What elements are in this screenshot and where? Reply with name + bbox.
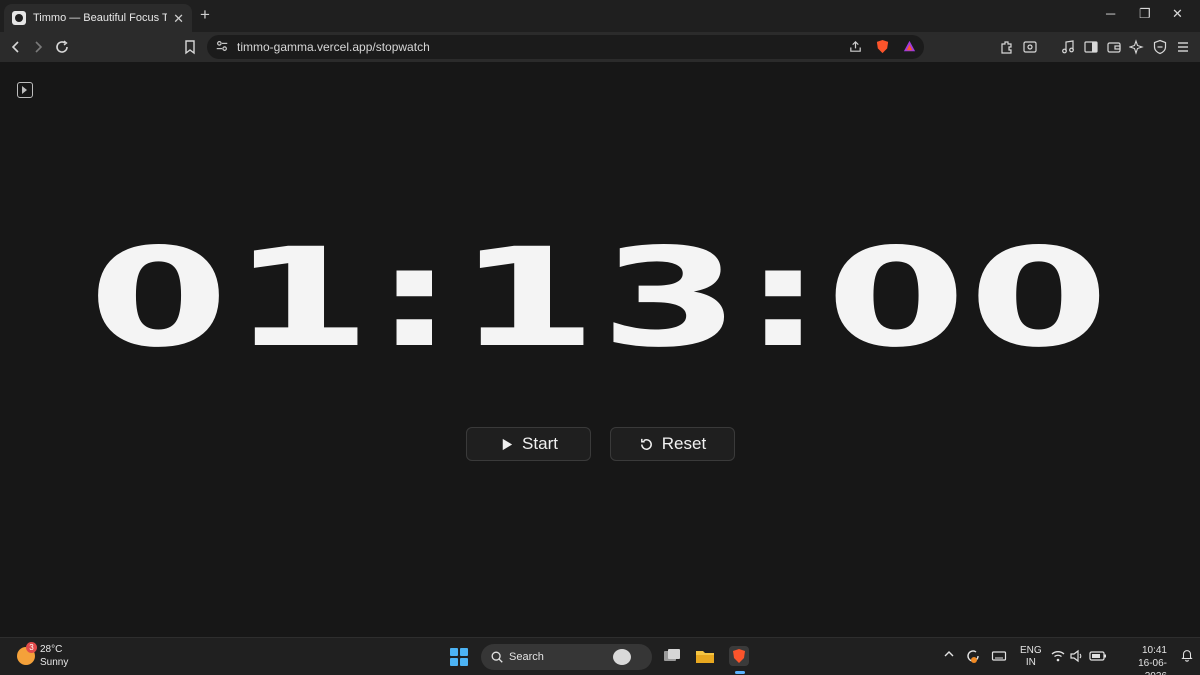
sidebar-panel-icon[interactable] <box>1082 38 1100 56</box>
reset-icon <box>640 438 652 450</box>
extensions-icon[interactable] <box>998 38 1016 56</box>
new-tab-button[interactable]: + <box>200 6 210 23</box>
wallet-icon[interactable] <box>1105 38 1123 56</box>
weather-temperature: 28°C <box>40 644 63 655</box>
input-language-indicator[interactable]: ENG IN <box>1020 645 1042 669</box>
bookmark-icon[interactable] <box>181 38 199 56</box>
reset-button-label: Reset <box>661 434 707 453</box>
weather-condition: Sunny <box>40 657 69 668</box>
music-icon[interactable] <box>1059 38 1077 56</box>
keyboard-icon[interactable] <box>991 648 1007 667</box>
forward-button[interactable] <box>29 38 47 56</box>
close-window-button[interactable]: ✕ <box>1172 7 1183 20</box>
reset-button[interactable]: Reset <box>610 427 735 461</box>
play-icon <box>502 438 513 450</box>
windows-start-icon[interactable] <box>450 648 468 666</box>
start-button-label: Start <box>522 434 558 453</box>
address-bar[interactable]: timmo-gamma.vercel.app/stopwatch <box>207 35 924 59</box>
taskbar-search[interactable]: Search <box>481 644 652 670</box>
show-hidden-icons-chevron-icon[interactable] <box>943 648 955 663</box>
volume-icon[interactable] <box>1069 648 1085 667</box>
back-button[interactable] <box>7 38 25 56</box>
tab-close-icon[interactable]: ✕ <box>173 12 184 25</box>
update-notification-icon[interactable] <box>965 648 981 667</box>
search-highlight-icon <box>613 649 631 665</box>
language-code: ENG <box>1020 645 1042 656</box>
reload-button[interactable] <box>53 38 71 56</box>
language-region: IN <box>1025 657 1036 668</box>
active-app-indicator <box>735 671 745 674</box>
browser-titlebar: Timmo — Beautiful Focus Timer, ... ✕ + ─… <box>0 0 1200 32</box>
restore-button[interactable]: ❐ <box>1139 7 1151 20</box>
search-placeholder: Search <box>509 651 544 663</box>
tab-title: Timmo — Beautiful Focus Timer, ... <box>33 12 168 24</box>
clock-time: 10:41 <box>1141 645 1167 656</box>
menu-icon[interactable] <box>1174 38 1192 56</box>
windows-taskbar: 3 28°C Sunny Search ENG IN 10:41 16-06- <box>0 637 1200 675</box>
sidebar-toggle-icon[interactable] <box>17 82 33 98</box>
search-icon <box>491 651 503 663</box>
screenshot-icon[interactable] <box>1021 38 1039 56</box>
task-view-icon[interactable] <box>662 646 682 666</box>
brave-shields-icon[interactable] <box>875 39 890 59</box>
weather-badge: 3 <box>26 642 37 653</box>
minimize-button[interactable]: ─ <box>1106 7 1115 20</box>
browser-tab-active[interactable]: Timmo — Beautiful Focus Timer, ... ✕ <box>4 4 192 32</box>
site-settings-icon[interactable] <box>215 39 229 58</box>
notifications-bell-icon[interactable] <box>1180 648 1194 665</box>
system-clock[interactable]: 10:41 16-06-2026 <box>1117 644 1167 675</box>
file-explorer-icon[interactable] <box>695 646 715 666</box>
share-icon[interactable] <box>848 39 863 59</box>
vpn-shield-icon[interactable] <box>1151 38 1169 56</box>
stopwatch-page: 01:13:00 Start Reset <box>0 62 1200 637</box>
leo-ai-icon[interactable] <box>1128 38 1146 56</box>
brave-browser-icon[interactable] <box>729 646 749 666</box>
url-text: timmo-gamma.vercel.app/stopwatch <box>237 40 430 54</box>
stopwatch-time: 01:13:00 <box>88 218 1112 378</box>
brave-rewards-icon[interactable] <box>902 39 917 59</box>
wifi-icon[interactable] <box>1050 648 1066 667</box>
start-button[interactable]: Start <box>466 427 591 461</box>
battery-icon[interactable] <box>1089 648 1107 667</box>
timmo-favicon-icon <box>12 11 26 25</box>
clock-date: 16-06-2026 <box>1138 658 1167 675</box>
browser-toolbar: timmo-gamma.vercel.app/stopwatch <box>0 32 1200 62</box>
